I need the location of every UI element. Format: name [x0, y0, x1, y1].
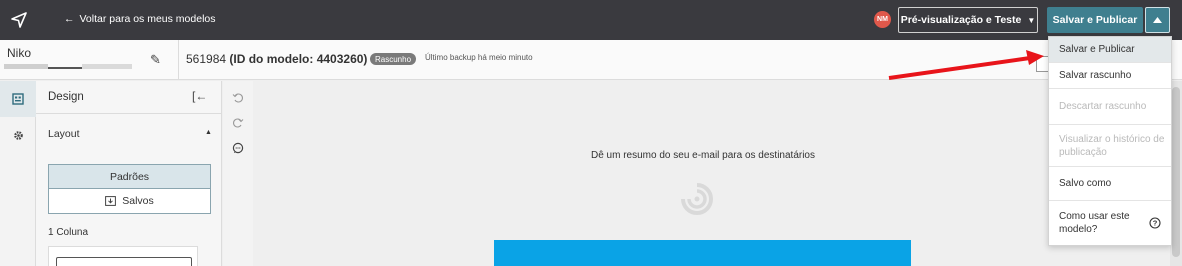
arrow-left-icon: ←	[64, 13, 75, 25]
design-panel: Design [← Layout ▲ Padrões Salvos 1 Colu…	[36, 81, 222, 266]
editor-tools	[223, 81, 253, 266]
layout-section-title: Layout	[48, 128, 80, 140]
user-avatar[interactable]: NM	[874, 11, 891, 28]
download-box-icon	[105, 196, 117, 206]
backup-status: Último backup há meio minuto	[425, 53, 533, 62]
back-to-templates-link[interactable]: ← Voltar para os meus modelos	[64, 13, 216, 25]
preview-button-label: Pré-visualização e Teste	[900, 14, 1022, 26]
redacted-text	[4, 64, 48, 69]
left-icon-rail	[0, 81, 36, 266]
undo-button[interactable]	[229, 89, 247, 107]
model-name: Niko	[7, 46, 32, 60]
preheader-summary-text[interactable]: Dê um resumo do seu e-mail para os desti…	[253, 150, 1153, 161]
menu-item-discard-draft: Descartar rascunho	[1049, 89, 1171, 125]
chevron-up-icon: ▲	[205, 129, 212, 136]
menu-item-publish-history: Visualizar o histórico de publicação	[1049, 125, 1171, 167]
design-tab-button[interactable]	[0, 81, 36, 117]
redacted-text-underline	[48, 67, 82, 69]
column-preview	[56, 257, 192, 266]
chevron-down-icon: ▼	[1027, 15, 1036, 25]
scrollbar-thumb[interactable]	[1172, 87, 1180, 257]
undo-icon	[232, 93, 243, 103]
collapse-panel-icon[interactable]: [←	[192, 89, 207, 103]
top-bar: ← Voltar para os meus modelos NM Pré-vis…	[0, 0, 1182, 40]
comment-icon	[232, 142, 244, 154]
one-column-layout-card[interactable]	[48, 246, 198, 266]
email-header-block[interactable]	[494, 240, 911, 266]
redo-button[interactable]	[229, 114, 247, 132]
menu-item-save-draft[interactable]: Salvar rascunho	[1049, 63, 1171, 89]
preview-and-test-button[interactable]: Pré-visualização e Teste ▼	[898, 7, 1038, 33]
how-to-use-label: Como usar este modelo?	[1059, 211, 1130, 235]
design-panel-header: Design [←	[36, 81, 222, 114]
loading-spinner-icon	[681, 183, 713, 215]
comments-button[interactable]	[229, 139, 247, 157]
svg-text:?: ?	[1153, 219, 1158, 228]
menu-item-save-and-publish[interactable]: Salvar e Publicar	[1049, 37, 1171, 63]
chevron-up-icon	[1153, 17, 1162, 23]
layout-section-header[interactable]: Layout ▲	[36, 114, 222, 154]
menu-item-how-to-use[interactable]: Como usar este modelo? ?	[1049, 201, 1171, 245]
gear-icon	[13, 130, 23, 140]
redacted-text-tail	[82, 64, 132, 69]
one-column-label: 1 Coluna	[48, 227, 89, 238]
send-button[interactable]	[0, 0, 38, 40]
tab-saved[interactable]: Salvos	[48, 189, 211, 214]
design-panel-title: Design	[48, 91, 84, 103]
status-badge: Rascunho	[370, 53, 417, 65]
divider	[178, 40, 179, 80]
help-icon: ?	[1149, 217, 1161, 229]
template-info-bar: Niko ✎ 561984 (ID do modelo: 4403260) Ra…	[0, 40, 1182, 80]
tab-defaults[interactable]: Padrões	[48, 164, 211, 189]
redo-icon	[233, 118, 244, 128]
paper-plane-icon	[11, 12, 27, 28]
menu-item-save-as[interactable]: Salvo como	[1049, 167, 1171, 201]
edit-name-icon[interactable]: ✎	[150, 52, 161, 68]
save-and-publish-button[interactable]: Salvar e Publicar	[1047, 7, 1143, 33]
email-canvas[interactable]: Dê um resumo do seu e-mail para os desti…	[253, 81, 1170, 266]
publish-options-menu: Salvar e Publicar Salvar rascunho Descar…	[1048, 36, 1172, 246]
layout-grid-icon	[12, 93, 24, 105]
tab-saved-label: Salvos	[122, 195, 154, 207]
model-id: 561984 (ID do modelo: 4403260)	[186, 52, 367, 66]
settings-tab-button[interactable]	[0, 117, 36, 153]
model-id-label: (ID do modelo: 4403260)	[229, 52, 368, 66]
publish-options-toggle[interactable]	[1145, 7, 1170, 33]
model-number: 561984	[186, 52, 227, 66]
back-link-label: Voltar para os meus modelos	[79, 13, 216, 25]
